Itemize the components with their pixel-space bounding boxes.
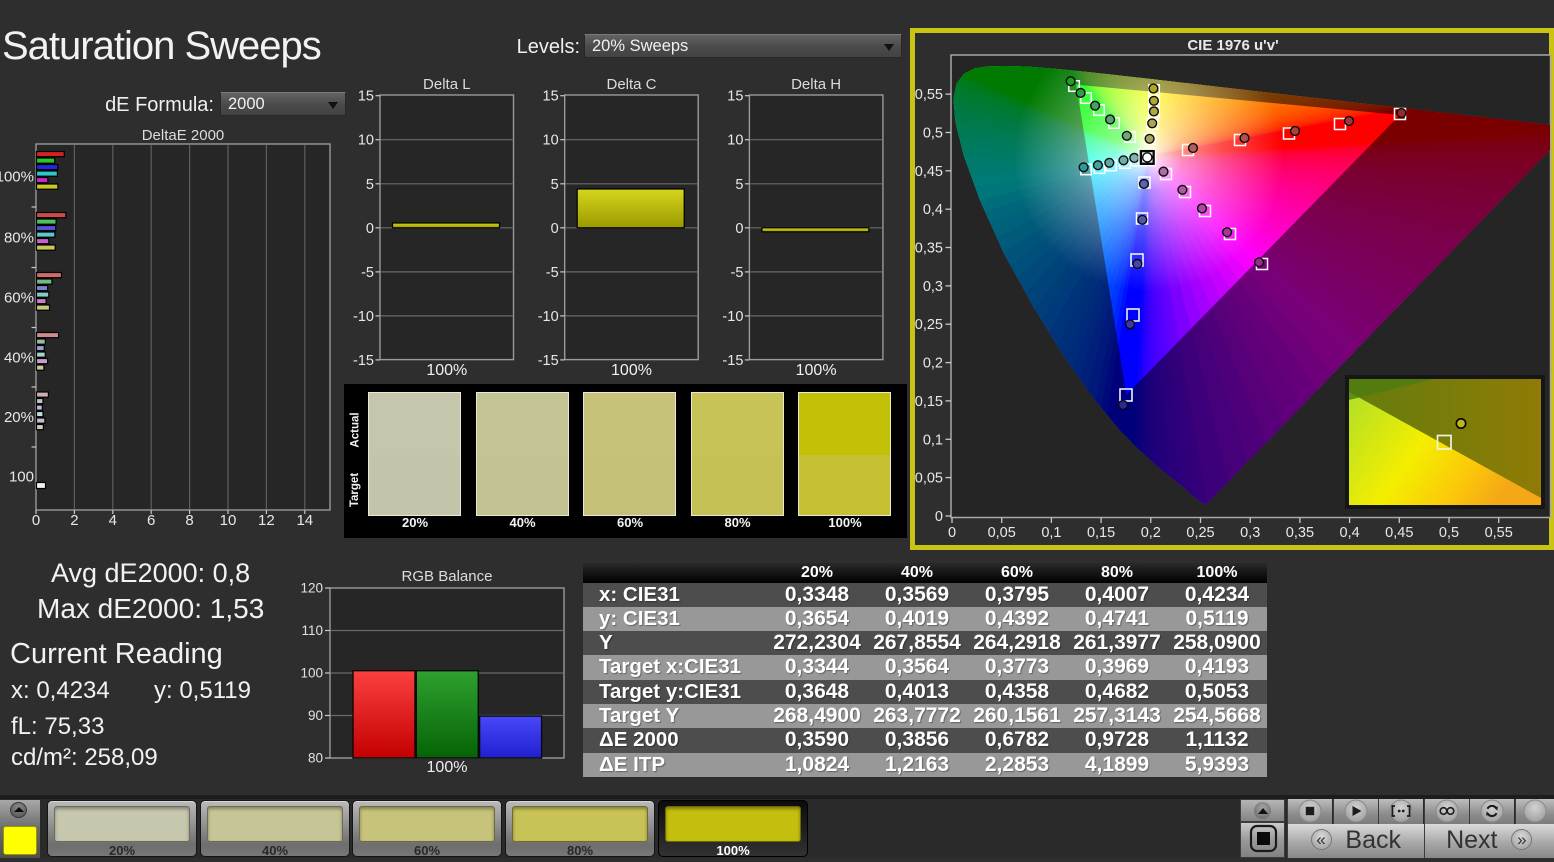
svg-text:5: 5 bbox=[735, 177, 743, 193]
svg-text:15: 15 bbox=[358, 89, 374, 105]
svg-text:-15: -15 bbox=[353, 353, 374, 369]
svg-text:10: 10 bbox=[543, 133, 559, 149]
svg-text:0,2: 0,2 bbox=[1141, 525, 1161, 541]
svg-text:10: 10 bbox=[220, 512, 237, 529]
svg-text:0,15: 0,15 bbox=[1087, 525, 1115, 541]
svg-text:100%: 100% bbox=[427, 759, 468, 776]
svg-text:15: 15 bbox=[543, 89, 559, 105]
svg-text:0,4: 0,4 bbox=[923, 202, 943, 218]
svg-text:DeltaE 2000: DeltaE 2000 bbox=[142, 127, 225, 144]
svg-text:4: 4 bbox=[109, 512, 117, 529]
svg-text:0: 0 bbox=[935, 509, 943, 525]
svg-text:14: 14 bbox=[296, 512, 313, 529]
svg-text:0,1: 0,1 bbox=[923, 432, 943, 448]
svg-text:-5: -5 bbox=[546, 265, 559, 281]
svg-text:0,25: 0,25 bbox=[915, 317, 943, 333]
svg-text:20%: 20% bbox=[4, 409, 34, 426]
svg-text:0,1: 0,1 bbox=[1041, 525, 1061, 541]
svg-text:-10: -10 bbox=[722, 309, 743, 325]
svg-text:0,35: 0,35 bbox=[1286, 525, 1314, 541]
svg-text:90: 90 bbox=[308, 708, 323, 723]
svg-text:40%: 40% bbox=[4, 350, 34, 367]
svg-text:80: 80 bbox=[308, 751, 323, 766]
svg-text:0,4: 0,4 bbox=[1340, 525, 1360, 541]
svg-text:0,45: 0,45 bbox=[1385, 525, 1413, 541]
svg-text:0,45: 0,45 bbox=[915, 164, 943, 180]
svg-text:0: 0 bbox=[948, 525, 956, 541]
svg-text:60%: 60% bbox=[4, 290, 34, 307]
svg-text:0,35: 0,35 bbox=[915, 241, 943, 257]
svg-text:100%: 100% bbox=[796, 362, 837, 379]
svg-text:5: 5 bbox=[366, 177, 374, 193]
svg-text:100%: 100% bbox=[611, 362, 652, 379]
svg-text:0,05: 0,05 bbox=[915, 471, 943, 487]
svg-text:-5: -5 bbox=[730, 265, 743, 281]
svg-text:120: 120 bbox=[300, 581, 323, 596]
svg-text:2: 2 bbox=[70, 512, 78, 529]
svg-text:-15: -15 bbox=[722, 353, 743, 369]
svg-text:5: 5 bbox=[551, 177, 559, 193]
svg-text:0,5: 0,5 bbox=[923, 126, 943, 142]
svg-text:100: 100 bbox=[300, 666, 323, 681]
svg-text:10: 10 bbox=[727, 133, 743, 149]
svg-text:0,3: 0,3 bbox=[1240, 525, 1260, 541]
svg-text:110: 110 bbox=[301, 623, 323, 638]
svg-text:0: 0 bbox=[32, 512, 40, 529]
svg-text:15: 15 bbox=[727, 89, 743, 105]
svg-text:100: 100 bbox=[9, 469, 34, 486]
svg-text:100%: 100% bbox=[426, 362, 467, 379]
svg-text:0,55: 0,55 bbox=[1485, 525, 1513, 541]
svg-text:0,25: 0,25 bbox=[1186, 525, 1214, 541]
svg-text:0: 0 bbox=[551, 221, 559, 237]
svg-text:Delta C: Delta C bbox=[606, 76, 656, 93]
svg-text:-10: -10 bbox=[353, 309, 374, 325]
svg-text:0,05: 0,05 bbox=[988, 525, 1016, 541]
svg-text:6: 6 bbox=[147, 512, 155, 529]
svg-text:0,5: 0,5 bbox=[1439, 525, 1459, 541]
svg-text:8: 8 bbox=[185, 512, 193, 529]
svg-text:0,3: 0,3 bbox=[923, 279, 943, 295]
svg-text:12: 12 bbox=[258, 512, 275, 529]
svg-text:0: 0 bbox=[366, 221, 374, 237]
svg-text:RGB Balance: RGB Balance bbox=[402, 568, 493, 585]
svg-text:CIE 1976 u'v': CIE 1976 u'v' bbox=[1187, 37, 1278, 54]
svg-text:0,2: 0,2 bbox=[923, 356, 943, 372]
svg-text:100%: 100% bbox=[0, 169, 34, 186]
svg-text:0,55: 0,55 bbox=[915, 87, 943, 103]
svg-text:-10: -10 bbox=[538, 309, 559, 325]
svg-text:10: 10 bbox=[358, 133, 374, 149]
svg-text:0: 0 bbox=[735, 221, 743, 237]
svg-text:-15: -15 bbox=[538, 353, 559, 369]
svg-text:-5: -5 bbox=[361, 265, 374, 281]
svg-text:0,15: 0,15 bbox=[915, 394, 943, 410]
svg-text:Delta H: Delta H bbox=[791, 76, 841, 93]
svg-text:80%: 80% bbox=[4, 230, 34, 247]
svg-text:Delta L: Delta L bbox=[423, 76, 471, 93]
